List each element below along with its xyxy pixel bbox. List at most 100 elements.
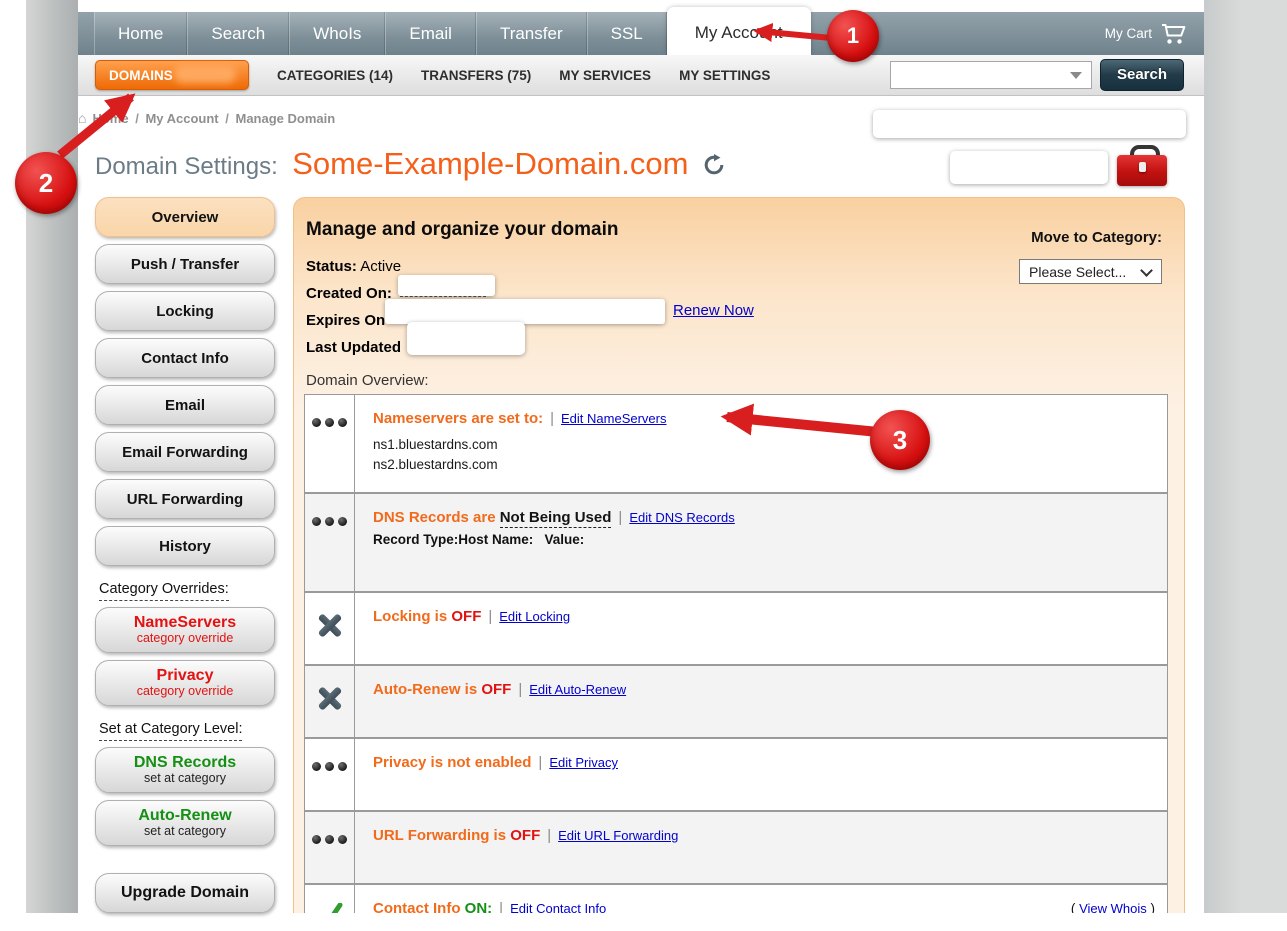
override-privacy[interactable]: Privacycategory override [95, 660, 275, 706]
sidebar-tab-email[interactable]: Email [95, 385, 275, 425]
check-icon [317, 903, 343, 913]
category-auto-renew[interactable]: Auto-Renewset at category [95, 800, 275, 846]
sidebar-tab-history[interactable]: History [95, 526, 275, 566]
x-icon [316, 684, 344, 712]
override-nameservers[interactable]: NameServerscategory override [95, 607, 275, 653]
separator: | [538, 754, 542, 771]
edit-nameservers-link[interactable]: Edit NameServers [561, 411, 666, 426]
move-to-category: Move to Category: Please Select... [1019, 229, 1162, 284]
category-overrides-heading: Category Overrides: [99, 581, 275, 597]
nameserver-value: ns1.bluestardns.com [373, 435, 1153, 455]
sidebar-tab-push-transfer[interactable]: Push / Transfer [95, 244, 275, 284]
edit-dns-records-link[interactable]: Edit DNS Records [629, 510, 734, 525]
my-cart-button[interactable]: My Cart [1105, 12, 1204, 55]
nav-tab-home[interactable]: Home [94, 12, 187, 55]
nav-tab-ssl[interactable]: SSL [587, 12, 667, 55]
sidebar-tab-locking[interactable]: Locking [95, 291, 275, 331]
nav-tab-transfer[interactable]: Transfer [476, 12, 587, 55]
sidebar-tab-overview[interactable]: Overview [95, 197, 275, 237]
redacted-created-date [398, 275, 495, 296]
edit-locking-link[interactable]: Edit Locking [499, 609, 570, 624]
row-body: Auto-Renew is OFF|Edit Auto-Renew [355, 666, 1167, 737]
breadcrumb-my-account[interactable]: My Account [145, 111, 218, 126]
breadcrumb-home[interactable]: Home [92, 111, 128, 126]
row-title-text: OFF [451, 608, 481, 625]
redacted-dashed-line [400, 296, 486, 297]
x-icon [316, 611, 344, 639]
row-title: Auto-Renew is OFF|Edit Auto-Renew [373, 681, 1153, 698]
selected-option: Please Select... [1029, 264, 1126, 280]
sub-navigation: DOMAINS CATEGORIES (14) TRANSFERS (75) MY S… [78, 55, 1204, 96]
edit-privacy-link[interactable]: Edit Privacy [549, 755, 618, 770]
domain-name: Some-Example-Domain.com [292, 146, 688, 181]
redacted-updated-date [407, 322, 525, 355]
row-body: Nameservers are set to:|Edit NameServers… [355, 395, 1167, 492]
redacted-count-blob [174, 65, 236, 83]
nav-tab-email[interactable]: Email [385, 12, 476, 55]
row-title: URL Forwarding is OFF | Edit URL Forwardin… [373, 827, 1153, 844]
nav-tab-my-account[interactable]: My Account [667, 7, 811, 55]
overview-row-edit-url-forwarding: URL Forwarding is OFF | Edit URL Forwardin… [305, 810, 1167, 883]
separator: | [550, 410, 554, 427]
page-title-row: Domain Settings: Some-Example-Domain.com [95, 146, 725, 182]
overview-row-edit-nameservers: Nameservers are set to:|Edit NameServers… [305, 395, 1167, 492]
overview-row-edit-locking: Locking is OFF | Edit Locking [305, 591, 1167, 664]
toolbox-icon[interactable] [1117, 145, 1167, 187]
view-whois-wrap: ( View Whois ) [1071, 901, 1155, 913]
nav-tab-whois[interactable]: WhoIs [289, 12, 385, 55]
set-at-category-heading: Set at Category Level: [99, 721, 275, 737]
subnav-tab-transfers-75[interactable]: TRANSFERS (75) [421, 68, 531, 83]
breadcrumb-separator: / [132, 111, 143, 126]
edit-auto-renew-link[interactable]: Edit Auto-Renew [529, 682, 626, 697]
separator: | [499, 900, 503, 913]
row-body: Privacy is not enabled | Edit Privacy [355, 739, 1167, 810]
sidebar-tab-contact-info[interactable]: Contact Info [95, 338, 275, 378]
search-button[interactable]: Search [1100, 59, 1184, 91]
ellipsis-icon [312, 517, 347, 591]
view-whois-link[interactable]: View Whois [1079, 901, 1147, 913]
redacted-box [950, 151, 1108, 184]
row-status-icon-cell [305, 494, 355, 591]
domain-overview-table: Nameservers are set to:|Edit NameServers… [304, 394, 1168, 913]
upgrade-domain-button[interactable]: Upgrade Domain [95, 873, 275, 913]
row-title-text: Privacy is not enabled [373, 754, 531, 771]
ellipsis-icon [312, 835, 347, 883]
domain-search-combobox[interactable] [890, 61, 1092, 89]
row-status-icon-cell [305, 666, 355, 737]
row-title-text: OFF [510, 827, 540, 844]
redacted-box [873, 110, 1186, 138]
row-title: Nameservers are set to:|Edit NameServers [373, 410, 1153, 427]
nameserver-list: ns1.bluestardns.comns2.bluestardns.com [373, 435, 1153, 476]
nav-tab-search[interactable]: Search [187, 12, 289, 55]
sidebar-tab-email-forwarding[interactable]: Email Forwarding [95, 432, 275, 472]
renew-now-link[interactable]: Renew Now [673, 302, 754, 319]
home-icon: ⌂ [78, 110, 86, 126]
row-title-text: OFF [481, 681, 511, 698]
breadcrumb-manage-domain[interactable]: Manage Domain [235, 111, 335, 126]
subnav-tab-categories-14[interactable]: CATEGORIES (14) [277, 68, 393, 83]
sidebar-tab-url-forwarding[interactable]: URL Forwarding [95, 479, 275, 519]
row-title-text: ON: [465, 900, 493, 913]
row-title-text: Locking is [373, 608, 451, 625]
edit-url-forwarding-link[interactable]: Edit URL Forwarding [558, 828, 678, 843]
row-title-text: URL Forwarding is [373, 827, 510, 844]
row-title-text: Not Being Used [500, 509, 612, 528]
overview-row-edit-privacy: Privacy is not enabled | Edit Privacy [305, 737, 1167, 810]
cart-icon [1161, 23, 1188, 45]
page-left-margin [26, 0, 78, 913]
category-dns-records[interactable]: DNS Recordsset at category [95, 747, 275, 793]
subnav-tab-my-settings[interactable]: MY SETTINGS [679, 68, 770, 83]
overview-row-edit-auto-renew: Auto-Renew is OFF|Edit Auto-Renew [305, 664, 1167, 737]
separator: | [488, 608, 492, 625]
sub-nav-items: DOMAINS CATEGORIES (14) TRANSFERS (75) MY S… [78, 60, 770, 90]
subnav-tab-domains[interactable]: DOMAINS [95, 60, 249, 90]
row-status-icon-cell [305, 395, 355, 492]
move-to-category-select[interactable]: Please Select... [1019, 259, 1162, 284]
page-right-margin [1204, 0, 1287, 913]
refresh-icon[interactable] [703, 154, 725, 176]
row-body: Contact Info ON:|Edit Contact Info( View… [355, 885, 1167, 913]
separator: | [547, 827, 551, 844]
edit-contact-info-link[interactable]: Edit Contact Info [510, 901, 606, 913]
chevron-down-icon [1070, 72, 1082, 79]
subnav-tab-my-services[interactable]: MY SERVICES [559, 68, 651, 83]
